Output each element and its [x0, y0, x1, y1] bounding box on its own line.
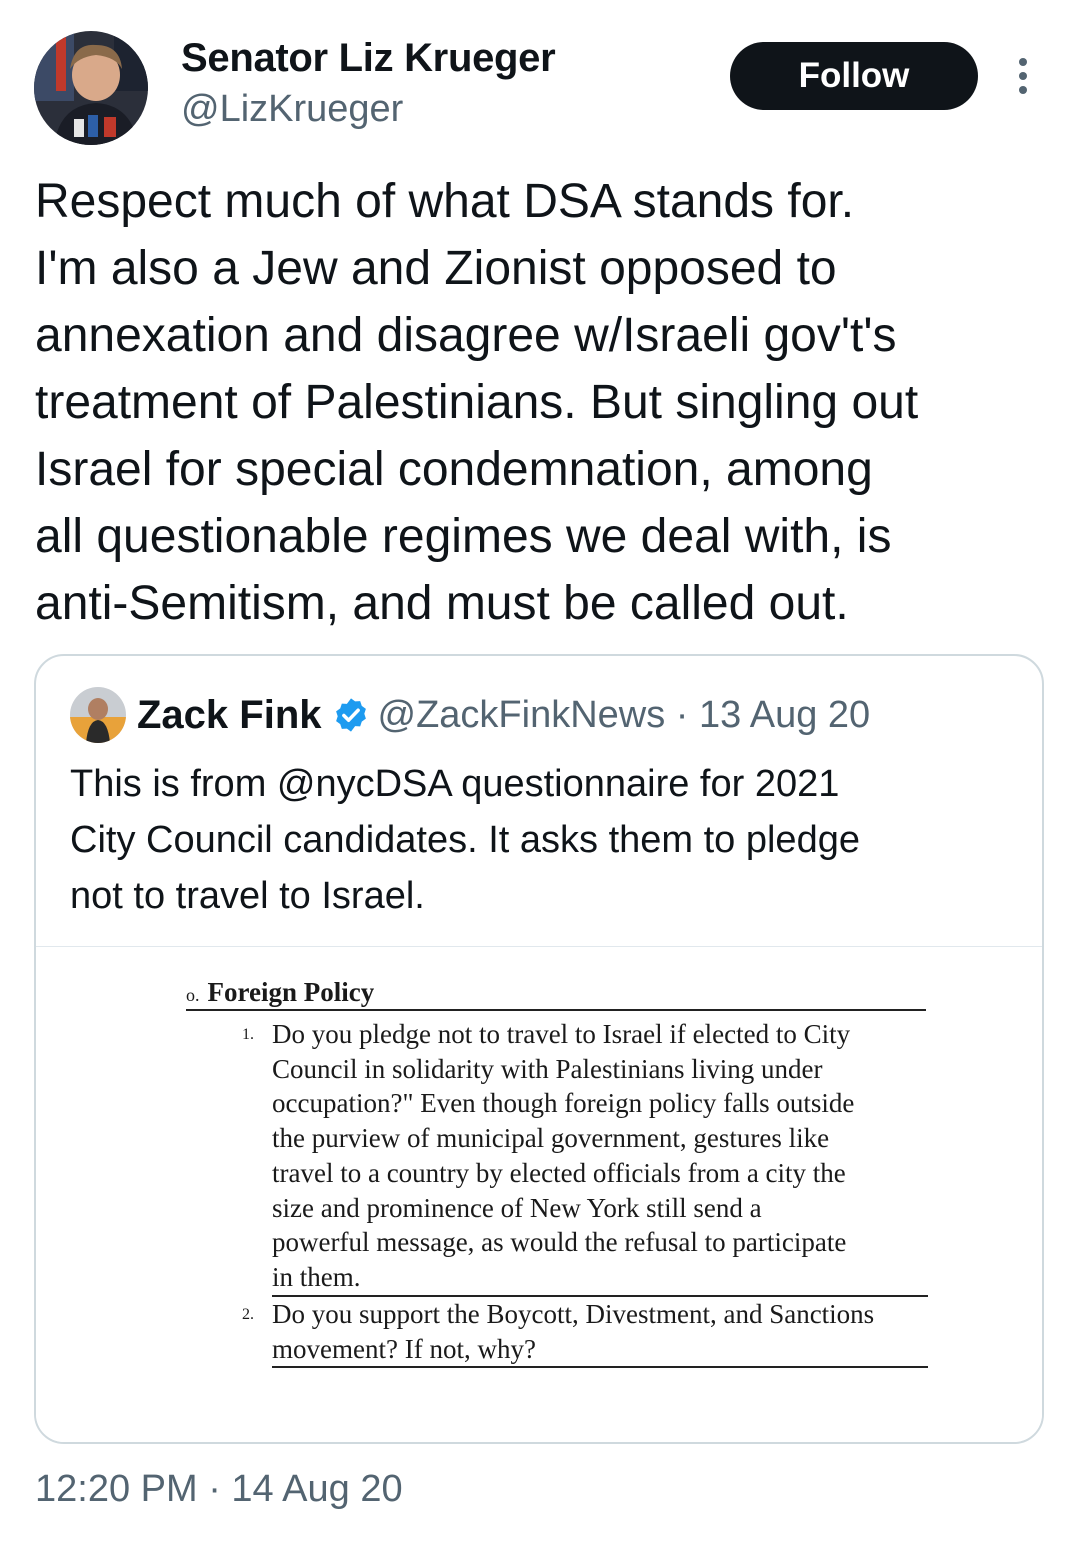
quoted-document-image[interactable]: o. Foreign Policy 1. Do you pledge not t…: [36, 946, 1042, 1442]
document-question-1: 1. Do you pledge not to travel to Israel…: [242, 1017, 928, 1297]
document-question-2: 2. Do you support the Boycott, Divestmen…: [242, 1297, 928, 1369]
quoted-tweet-card[interactable]: Zack Fink @ZackFinkNews · 13 Aug 20 This…: [34, 654, 1044, 1444]
question-text: Do you support the Boycott, Divestment, …: [272, 1297, 928, 1369]
section-marker: o.: [186, 985, 200, 1005]
more-options-icon[interactable]: [1012, 56, 1034, 96]
quoted-author-avatar[interactable]: [70, 687, 126, 743]
section-title: Foreign Policy: [207, 977, 375, 1007]
quoted-author-name[interactable]: Zack Fink: [137, 693, 322, 738]
tweet-text: Respect much of what DSA stands for. I'm…: [35, 175, 919, 630]
verified-badge-icon: [335, 698, 366, 732]
question-number: 2.: [242, 1306, 254, 1323]
quoted-handle-date: @ZackFinkNews · 13 Aug 20: [377, 693, 871, 736]
tweet-timestamp[interactable]: 12:20 PM · 14 Aug 20: [35, 1468, 403, 1511]
author-display-name[interactable]: Senator Liz Krueger: [181, 36, 556, 81]
author-avatar[interactable]: [34, 31, 148, 145]
question-text: Do you pledge not to travel to Israel if…: [272, 1017, 928, 1297]
author-handle[interactable]: @LizKrueger: [181, 88, 403, 131]
follow-button[interactable]: Follow: [730, 42, 978, 110]
question-number: 1.: [242, 1026, 254, 1043]
quoted-tweet-text: This is from @nycDSA questionnaire for 2…: [70, 763, 860, 917]
quoted-tweet-header: Zack Fink @ZackFinkNews · 13 Aug 20: [137, 686, 870, 744]
document-section-heading: o. Foreign Policy: [186, 977, 926, 1011]
